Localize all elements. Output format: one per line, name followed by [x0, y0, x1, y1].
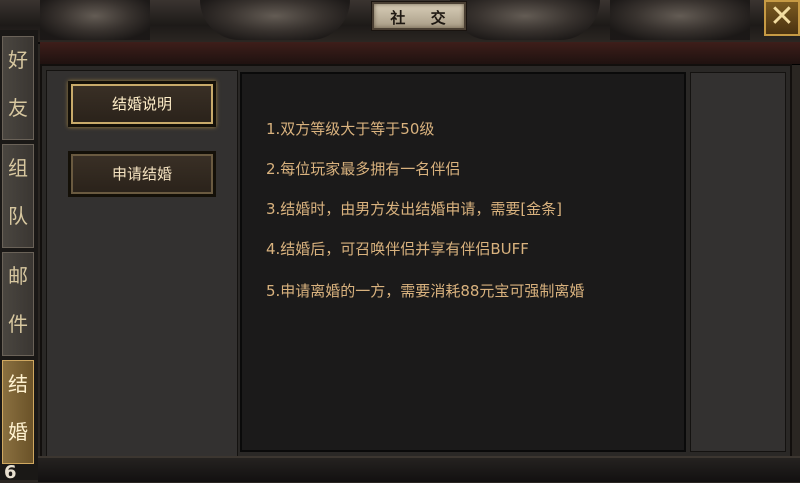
marriage-info-button[interactable]: 结婚说明	[68, 81, 216, 127]
tab-label-char: 件	[8, 312, 28, 336]
window-bottom-frame	[38, 456, 800, 482]
rule-line: 4.结婚后，可召唤伴侣并享有伴侣BUFF	[266, 240, 529, 258]
tab-label-char: 邮	[8, 264, 28, 288]
frame-ornament	[610, 0, 750, 40]
rule-line: 3.结婚时，由男方发出结婚申请，需要[金条]	[266, 200, 563, 218]
tab-team[interactable]: 组 队	[2, 144, 34, 248]
tab-label-char: 结	[8, 372, 28, 396]
tab-label-char: 组	[8, 156, 28, 180]
tab-label-char: 友	[8, 96, 28, 120]
rule-line: 5.申请离婚的一方，需要消耗88元宝可强制离婚	[266, 282, 585, 300]
side-menu	[46, 70, 238, 458]
tab-friends[interactable]: 好 友	[2, 36, 34, 140]
right-side-panel	[690, 72, 786, 452]
header-band	[40, 42, 800, 65]
apply-marriage-button[interactable]: 申请结婚	[68, 151, 216, 197]
tab-label-char: 队	[8, 204, 28, 228]
tab-label-char: 婚	[8, 420, 28, 444]
tab-label-char: 好	[8, 48, 28, 72]
rule-line: 2.每位玩家最多拥有一名伴侣	[266, 160, 461, 178]
frame-ornament	[200, 0, 350, 40]
close-button[interactable]: ✕	[764, 0, 800, 36]
side-tab-strip: 好 友 组 队 邮 件 结 婚	[0, 30, 38, 480]
rule-line: 1.双方等级大于等于50级	[266, 120, 435, 138]
frame-ornament	[450, 0, 600, 40]
frame-ornament	[40, 0, 150, 40]
tab-marriage[interactable]: 结 婚	[2, 360, 34, 464]
window-top-frame: 社 交 ✕	[0, 0, 800, 44]
rules-panel: 1.双方等级大于等于50级 2.每位玩家最多拥有一名伴侣 3.结婚时，由男方发出…	[240, 72, 686, 452]
close-icon: ✕	[769, 0, 795, 34]
window-title: 社 交	[372, 2, 466, 30]
tab-mail[interactable]: 邮 件	[2, 252, 34, 356]
